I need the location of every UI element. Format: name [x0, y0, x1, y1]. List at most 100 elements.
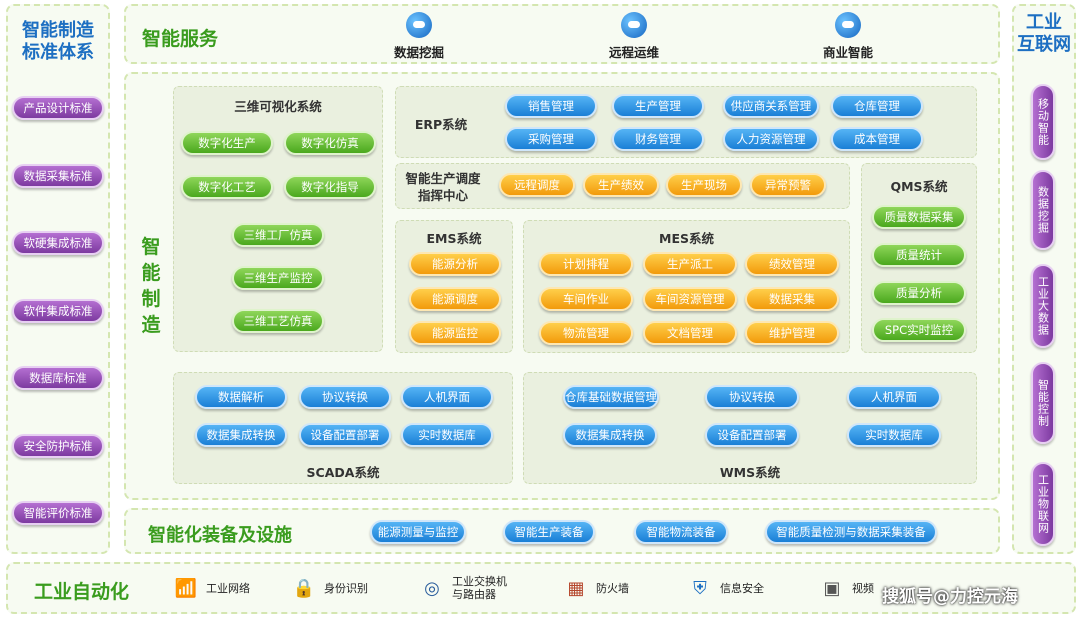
dispatch-item[interactable]: 异常预警 — [750, 173, 826, 197]
scada-item[interactable]: 设备配置部署 — [299, 423, 391, 447]
standard-item[interactable]: 软件集成标准 — [12, 298, 104, 323]
automation-item[interactable]: ◎ 工业交换机 与路由器 — [418, 574, 507, 602]
automation-title: 工业自动化 — [34, 581, 130, 603]
erp-item[interactable]: 成本管理 — [831, 127, 923, 151]
wms-item[interactable]: 实时数据库 — [847, 423, 941, 447]
qms-item[interactable]: 质量分析 — [872, 281, 966, 305]
scada-title: SCADA系统 — [306, 465, 380, 480]
wms-item[interactable]: 仓库基础数据管理 — [563, 385, 659, 409]
equipment-item[interactable]: 智能质量检测与数据采集装备 — [765, 520, 937, 544]
wms-item[interactable]: 人机界面 — [847, 385, 941, 409]
equipment-title: 智能化装备及设施 — [148, 525, 292, 546]
standards-column: 智能制造 标准体系 产品设计标准 数据采集标准 软硬集成标准 软件集成标准 数据库标准安… — [6, 4, 110, 554]
wms-item[interactable]: 数据集成转换 — [563, 423, 657, 447]
internet-item[interactable]: 智能控制 — [1031, 362, 1055, 444]
ems-item[interactable]: 能源监控 — [409, 321, 501, 345]
automation-item[interactable]: ⛨ 信息安全 — [686, 574, 764, 602]
automation-item-label: 防火墙 — [596, 581, 629, 595]
dispatch-title: 智能生产调度指挥中心 — [405, 171, 481, 203]
standard-item[interactable]: 软硬集成标准 — [12, 231, 104, 255]
erp-item[interactable]: 销售管理 — [505, 94, 597, 118]
erp-item[interactable]: 采购管理 — [505, 127, 597, 151]
ems-item[interactable]: 能源分析 — [409, 252, 501, 276]
scada-item[interactable]: 协议转换 — [299, 385, 391, 409]
equipment-item[interactable]: 智能生产装备 — [503, 520, 595, 544]
standard-item[interactable]: 安全防护标准 — [12, 433, 104, 458]
viz3d-item[interactable]: 数字化工艺 — [181, 175, 273, 199]
mes-item[interactable]: 物流管理 — [539, 321, 633, 345]
watermark: 搜狐号@力控元海 — [882, 587, 1018, 607]
viz3d-item[interactable]: 数字化仿真 — [284, 131, 376, 155]
standard-item[interactable]: 数据采集标准 — [12, 163, 104, 188]
internet-item[interactable]: 移动智能 — [1031, 84, 1055, 160]
erp-item[interactable]: 生产管理 — [612, 94, 704, 118]
automation-item-label: 工业交换机 与路由器 — [452, 575, 507, 601]
wms-item[interactable]: 设备配置部署 — [705, 423, 799, 447]
qms-title: QMS系统 — [890, 179, 948, 194]
dispatch-item[interactable]: 生产绩效 — [583, 173, 659, 197]
viz3d-item[interactable]: 数字化生产 — [181, 131, 273, 155]
equipment-item[interactable]: 能源测量与监控 — [370, 520, 466, 544]
mes-item[interactable]: 绩效管理 — [745, 252, 839, 276]
service-business-intelligence[interactable]: 商业智能 — [803, 12, 893, 61]
erp-item[interactable]: 财务管理 — [612, 127, 704, 151]
smart-service-title: 智能服务 — [142, 28, 219, 50]
viz3d-title: 三维可视化系统 — [234, 99, 322, 114]
qms-item[interactable]: 质量数据采集 — [872, 205, 966, 229]
mes-item[interactable]: 车间作业 — [539, 287, 633, 311]
erp-item[interactable]: 人力资源管理 — [723, 127, 819, 151]
automation-item-label: 身份识别 — [324, 581, 368, 595]
viz3d-item[interactable]: 三维生产监控 — [232, 266, 324, 290]
service-label: 远程运维 — [608, 45, 659, 60]
automation-item[interactable]: ▦ 防火墙 — [562, 574, 629, 602]
scada-item[interactable]: 数据解析 — [195, 385, 287, 409]
smart-manufacturing-title: 智能制造 — [141, 236, 161, 336]
internet-item[interactable]: 工业物联网 — [1031, 462, 1055, 546]
automation-item-label: 工业网络 — [206, 581, 250, 595]
qms-item[interactable]: 质量统计 — [872, 243, 966, 267]
mes-item[interactable]: 生产派工 — [643, 252, 737, 276]
mes-item[interactable]: 车间资源管理 — [643, 287, 737, 311]
equipment-item[interactable]: 智能物流装备 — [634, 520, 728, 544]
camera-icon: ▣ — [823, 577, 841, 599]
mes-item[interactable]: 维护管理 — [745, 321, 839, 345]
mes-title: MES系统 — [659, 231, 714, 246]
standard-item[interactable]: 智能评价标准 — [12, 501, 104, 525]
service-data-mining[interactable]: 数据挖掘 — [374, 12, 464, 61]
cloud-gear-icon — [835, 12, 861, 38]
erp-title: ERP系统 — [414, 117, 468, 132]
scada-item[interactable]: 人机界面 — [401, 385, 493, 409]
industrial-internet-column: 工业 互联网 移动智能 数据挖掘 工业大数据 智能控制 工业物联网 — [1012, 4, 1076, 554]
mes-item[interactable]: 数据采集 — [745, 287, 839, 311]
firewall-icon: ▦ — [567, 577, 585, 599]
lock-icon: 🔒 — [292, 577, 316, 599]
viz3d-item[interactable]: 三维工艺仿真 — [232, 309, 324, 333]
scada-item[interactable]: 实时数据库 — [401, 423, 493, 447]
viz3d-item[interactable]: 数字化指导 — [284, 175, 376, 199]
wms-item[interactable]: 协议转换 — [705, 385, 799, 409]
erp-item[interactable]: 仓库管理 — [831, 94, 923, 118]
dispatch-item[interactable]: 远程调度 — [499, 173, 575, 197]
mes-item[interactable]: 计划排程 — [539, 252, 633, 276]
standard-item[interactable]: 数据库标准 — [12, 366, 104, 390]
internet-item[interactable]: 数据挖掘 — [1031, 170, 1055, 250]
ems-item[interactable]: 能源调度 — [409, 287, 501, 311]
mes-item[interactable]: 文档管理 — [643, 321, 737, 345]
standard-item[interactable]: 产品设计标准 — [12, 96, 104, 120]
viz3d-item[interactable]: 三维工厂仿真 — [232, 223, 324, 247]
standards-title: 智能制造 标准体系 — [22, 20, 94, 63]
service-label: 数据挖掘 — [393, 45, 444, 60]
automation-item[interactable]: ▣ 视频 — [818, 574, 874, 602]
scada-item[interactable]: 数据集成转换 — [195, 423, 287, 447]
qms-item[interactable]: SPC实时监控 — [872, 318, 966, 342]
router-icon: ◎ — [424, 577, 440, 599]
internet-item[interactable]: 工业大数据 — [1031, 264, 1055, 348]
automation-item[interactable]: 📶 工业网络 — [172, 574, 250, 602]
wms-title: WMS系统 — [719, 465, 781, 480]
ems-title: EMS系统 — [426, 231, 482, 246]
service-remote-ops[interactable]: 远程运维 — [589, 12, 679, 61]
dispatch-item[interactable]: 生产现场 — [666, 173, 742, 197]
automation-item[interactable]: 🔒 身份识别 — [290, 574, 368, 602]
erp-item[interactable]: 供应商关系管理 — [723, 94, 819, 118]
automation-item-label: 视频 — [852, 581, 874, 595]
